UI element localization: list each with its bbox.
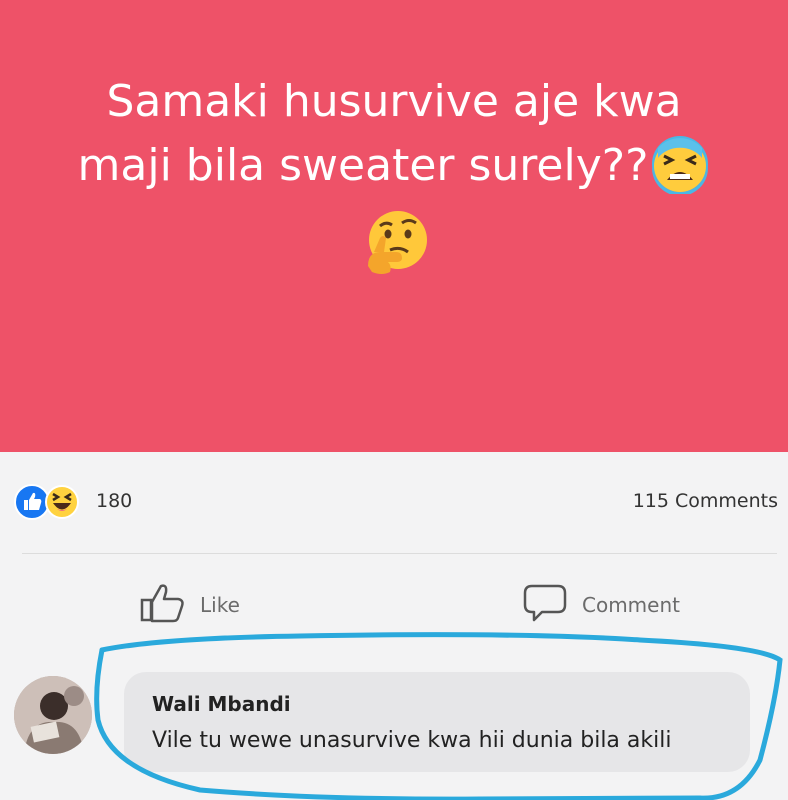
like-label: Like: [200, 593, 240, 617]
comment-button[interactable]: Comment: [522, 580, 680, 630]
reaction-count[interactable]: 180: [96, 490, 132, 512]
comment-label: Comment: [582, 593, 680, 617]
post-line-2: maji bila sweater surely??: [77, 140, 649, 191]
haha-reaction-icon: [44, 484, 80, 524]
post-line-2-row: maji bila sweater surely??: [20, 134, 768, 198]
post-text: Samaki husurvive aje kwa maji bila sweat…: [20, 70, 768, 198]
comments-count[interactable]: 115 Comments: [633, 490, 778, 512]
like-button[interactable]: Like: [140, 580, 240, 630]
reaction-icons[interactable]: [14, 484, 94, 520]
avatar[interactable]: [14, 676, 92, 754]
comment-author[interactable]: Wali Mbandi: [152, 692, 291, 716]
speech-bubble-icon: [522, 582, 582, 629]
comment-bubble[interactable]: Wali Mbandi Vile tu wewe unasurvive kwa …: [124, 672, 750, 772]
reactions-row: 180 115 Comments: [0, 480, 788, 524]
tired-face-emoji-icon: [650, 134, 710, 196]
post-line-1: Samaki husurvive aje kwa: [106, 76, 682, 127]
divider: [22, 553, 777, 554]
comment-text: Vile tu wewe unasurvive kwa hii dunia bi…: [152, 728, 672, 753]
thinking-face-emoji-icon: [362, 208, 430, 276]
thumbs-up-icon: [140, 582, 200, 629]
